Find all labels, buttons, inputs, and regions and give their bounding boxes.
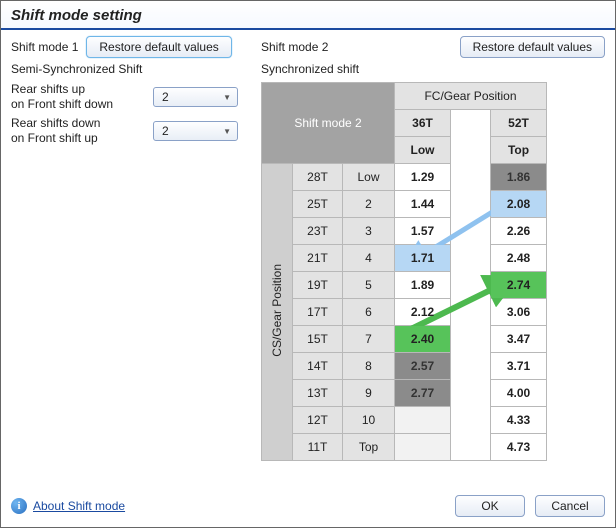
gear-ratio-table: Shift mode 2 FC/Gear Position 36T (261, 82, 547, 461)
ok-button[interactable]: OK (455, 495, 525, 517)
restore-defaults-2-button[interactable]: Restore default values (460, 36, 605, 58)
about-shift-mode-link[interactable]: About Shift mode (33, 499, 125, 513)
info-icon: i (11, 498, 27, 514)
rear-up-front-down-label: Rear shifts up on Front shift down (11, 82, 153, 112)
table-title-cell: Shift mode 2 (262, 83, 395, 164)
page-title: Shift mode setting (1, 1, 615, 30)
shift-mode-2-label: Shift mode 2 (261, 40, 328, 54)
select-value: 2 (162, 124, 169, 138)
table-row: 11T Top 4.73 (262, 434, 547, 461)
fc-header: FC/Gear Position (395, 83, 547, 110)
shift-mode-1-label: Shift mode 1 (11, 40, 78, 54)
table-row: 19T 5 1.89 2.74 (262, 272, 547, 299)
semi-sync-subtitle: Semi-Synchronized Shift (11, 62, 261, 76)
fc-col-36t: 36T (395, 110, 451, 137)
sync-subtitle: Synchronized shift (261, 62, 605, 76)
table-row: 25T 2 1.44 2.08 (262, 191, 547, 218)
chevron-down-icon: ▼ (223, 93, 231, 102)
shift-mode-1-panel: Shift mode 1 Restore default values Semi… (11, 36, 261, 461)
table-row: 14T 8 2.57 3.71 (262, 353, 547, 380)
fc-sub-low: Low (395, 137, 451, 164)
rear-down-front-up-select[interactable]: 2 ▼ (153, 121, 238, 141)
table-row: 17T 6 2.12 3.06 (262, 299, 547, 326)
gap-column (451, 110, 491, 461)
shift-mode-2-panel: Shift mode 2 Restore default values Sync… (261, 36, 605, 461)
restore-defaults-1-button[interactable]: Restore default values (86, 36, 231, 58)
table-row: 13T 9 2.77 4.00 (262, 380, 547, 407)
fc-sub-top: Top (491, 137, 547, 164)
fc-col-52t: 52T (491, 110, 547, 137)
cancel-button[interactable]: Cancel (535, 495, 605, 517)
table-row: CS/Gear Position 28T Low 1.29 1.86 (262, 164, 547, 191)
chevron-down-icon: ▼ (223, 127, 231, 136)
table-row: 21T 4 1.71 2.48 (262, 245, 547, 272)
table-row: 15T 7 2.40 3.47 (262, 326, 547, 353)
select-value: 2 (162, 90, 169, 104)
rear-up-front-down-select[interactable]: 2 ▼ (153, 87, 238, 107)
table-row: 12T 10 4.33 (262, 407, 547, 434)
table-row: 23T 3 1.57 2.26 (262, 218, 547, 245)
rear-down-front-up-label: Rear shifts down on Front shift up (11, 116, 153, 146)
cs-header: CS/Gear Position (262, 164, 293, 461)
